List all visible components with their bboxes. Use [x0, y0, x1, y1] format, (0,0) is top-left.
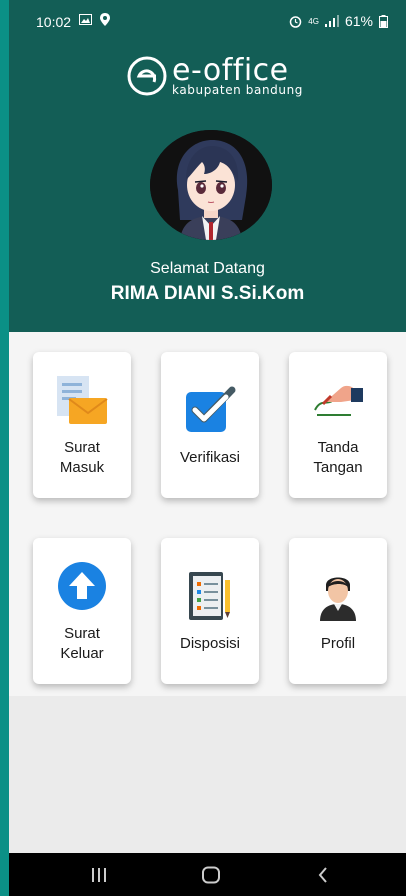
system-navbar — [9, 853, 406, 896]
signature-hand-icon — [310, 372, 366, 428]
header: 10:02 4G 61% e-office kabupaten bandung — [9, 0, 406, 332]
network-type: 4G — [308, 16, 319, 26]
user-name: RIMA DIANI S.Si.Kom — [110, 283, 305, 304]
battery-percent: 61% — [344, 13, 373, 29]
avatar[interactable] — [150, 130, 272, 240]
app-screen: 10:02 4G 61% e-office kabupaten bandung — [9, 0, 406, 896]
signal-icon — [324, 15, 339, 27]
battery-icon — [379, 14, 388, 28]
menu-label: Disposisi — [179, 635, 240, 652]
app-logo: e-office kabupaten bandung — [126, 55, 303, 97]
status-left-icons — [79, 13, 110, 26]
welcome-text: Selamat Datang — [150, 260, 265, 277]
gallery-icon — [79, 14, 92, 25]
back-button[interactable] — [303, 863, 343, 887]
home-icon — [202, 866, 220, 884]
menu-tile-surat-keluar[interactable]: Surat Keluar — [33, 538, 131, 684]
logo-text: e-office kabupaten bandung — [172, 55, 304, 97]
menu-label: Profil — [320, 635, 356, 652]
menu-label: Verifikasi — [179, 449, 241, 466]
back-icon — [318, 867, 327, 883]
alarm-icon — [290, 15, 302, 28]
avatar-illustration — [150, 130, 272, 240]
status-time: 10:02 — [36, 14, 72, 30]
recent-apps-icon — [92, 868, 106, 882]
user-icon — [310, 568, 366, 624]
menu-tile-verifikasi[interactable]: Verifikasi — [161, 352, 259, 498]
recent-apps-button[interactable] — [79, 863, 119, 887]
notebook-icon — [182, 568, 238, 624]
checkbox-icon — [182, 382, 238, 438]
device-frame-edge — [0, 0, 9, 896]
menu-tile-surat-masuk[interactable]: Surat Masuk — [33, 352, 131, 498]
menu-tile-profil[interactable]: Profil — [289, 538, 387, 684]
location-icon — [100, 13, 110, 26]
menu-tile-tanda-tangan[interactable]: Tanda Tangan — [289, 352, 387, 498]
logo-mark-icon — [127, 56, 167, 96]
menu-tile-disposisi[interactable]: Disposisi — [161, 538, 259, 684]
menu-label: Surat Masuk — [59, 439, 105, 476]
menu-label: Surat Keluar — [60, 625, 104, 662]
logo-subtitle: kabupaten bandung — [172, 83, 304, 97]
upload-arrow-icon — [54, 558, 110, 614]
mail-document-icon — [54, 372, 110, 428]
home-button[interactable] — [191, 863, 231, 887]
status-bar: 10:02 4G 61% — [9, 0, 406, 44]
menu-label: Tanda Tangan — [313, 439, 363, 476]
status-right: 4G 61% — [289, 13, 388, 29]
